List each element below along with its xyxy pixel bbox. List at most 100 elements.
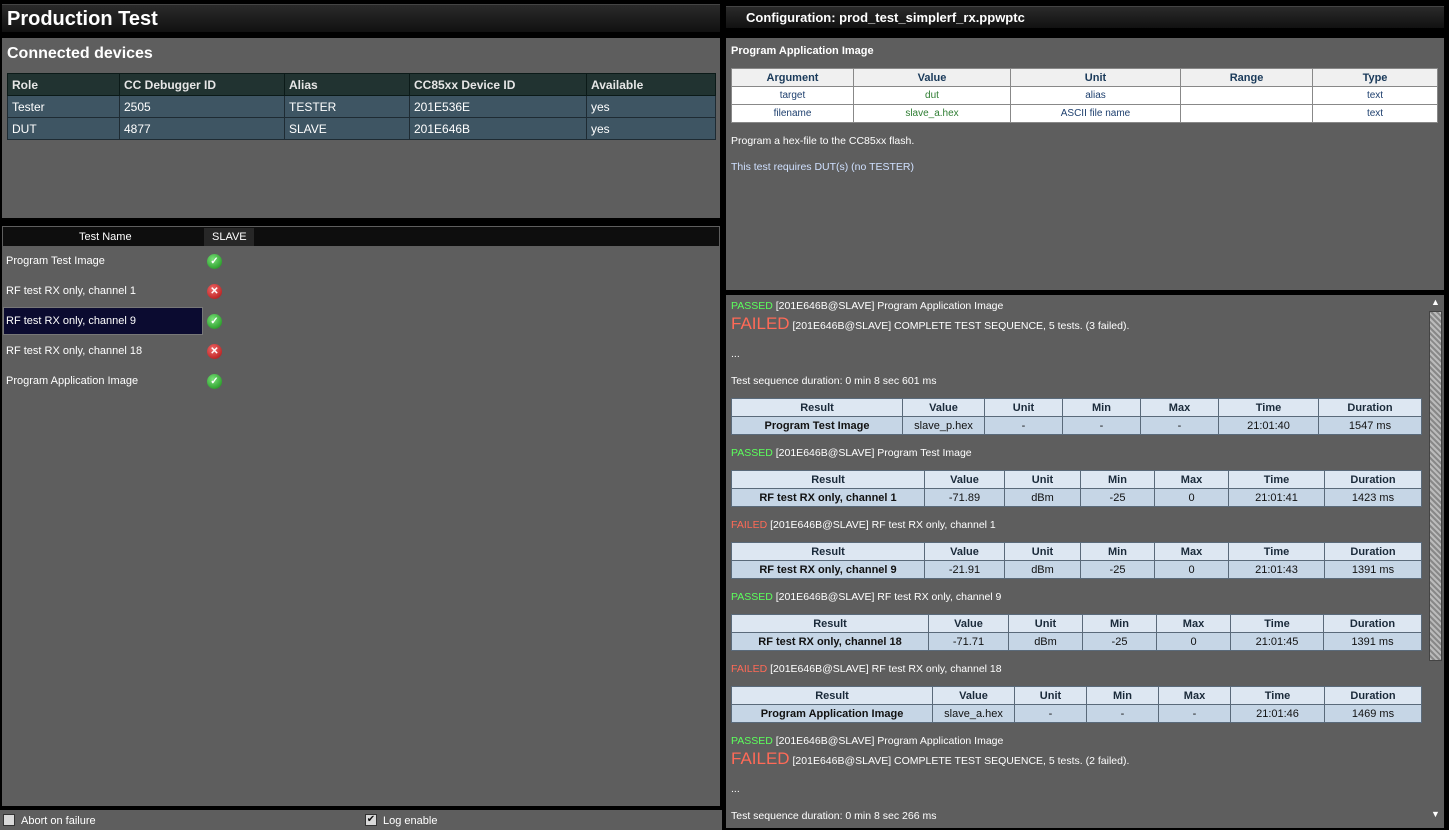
col-range: Range: [1180, 68, 1313, 87]
col-slave[interactable]: SLAVE: [204, 228, 254, 246]
device-available: yes: [586, 95, 716, 118]
result-time: 21:01:45: [1230, 632, 1324, 651]
result-unit: dBm: [1008, 632, 1083, 651]
passed-label: PASSED: [731, 735, 773, 747]
failed-label: FAILED: [731, 314, 790, 333]
arg-name: filename: [731, 104, 854, 123]
table-row[interactable]: DUT 4877 SLAVE 201E646B yes: [7, 117, 716, 140]
passed-label: PASSED: [731, 300, 773, 312]
passed-label: PASSED: [731, 447, 773, 459]
col-max: Max: [1158, 686, 1231, 705]
scroll-up-arrow-icon[interactable]: ▲: [1429, 297, 1442, 310]
col-duration: Duration: [1324, 470, 1422, 489]
result-duration: 1391 ms: [1323, 632, 1422, 651]
col-cc-debugger-id[interactable]: CC Debugger ID: [119, 73, 285, 96]
result-table: Result Value Unit Min Max Time Duration RF tes…: [731, 542, 1422, 579]
col-available[interactable]: Available: [586, 73, 716, 96]
col-time: Time: [1218, 398, 1319, 417]
test-description: Program a hex-file to the CC85xx flash.: [731, 135, 915, 147]
log-line: FAILED [201E646B@SLAVE] RF test RX only,…: [731, 519, 996, 531]
result-table: Result Value Unit Min Max Time Duration RF tes…: [731, 470, 1422, 507]
device-role: Tester: [7, 95, 120, 118]
result-max: -: [1158, 704, 1231, 723]
log-duration: Test sequence duration: 0 min 8 sec 266 …: [731, 810, 937, 822]
pass-icon: ✓: [207, 314, 222, 329]
arguments-header-row: Argument Value Unit Range Type: [731, 68, 1438, 87]
arg-value[interactable]: dut: [853, 86, 1011, 105]
result-duration: 1391 ms: [1324, 560, 1422, 579]
log-ellipsis: ...: [731, 783, 740, 795]
col-device-id[interactable]: CC85xx Device ID: [409, 73, 587, 96]
log-text: [201E646B@SLAVE] Program Application Ima…: [775, 735, 1004, 747]
arguments-table: Argument Value Unit Range Type target du…: [731, 68, 1438, 123]
result-header-row: Result Value Unit Min Max Time Duration: [731, 614, 1422, 633]
device-role: DUT: [7, 117, 120, 140]
result-value: slave_p.hex: [902, 416, 985, 435]
col-time: Time: [1228, 470, 1325, 489]
test-requirements: This test requires DUT(s) (no TESTER): [731, 161, 915, 173]
log-line: PASSED [201E646B@SLAVE] Program Applicat…: [731, 735, 1003, 747]
col-value: Value: [924, 470, 1005, 489]
arg-unit: alias: [1010, 86, 1181, 105]
result-duration: 1547 ms: [1318, 416, 1422, 435]
result-value: -21.91: [924, 560, 1005, 579]
col-role[interactable]: Role: [7, 73, 120, 96]
table-row: Program Test Image slave_p.hex - - -21:01:40…: [731, 416, 1422, 435]
scrollbar-thumb[interactable]: [1429, 311, 1442, 661]
col-unit: Unit: [1004, 542, 1081, 561]
log-text: [201E646B@SLAVE] RF test RX only, channe…: [775, 591, 1002, 603]
col-result: Result: [731, 398, 903, 417]
log-enable-checkbox[interactable]: ✔: [365, 814, 377, 826]
result-time: 21:01:46: [1230, 704, 1325, 723]
device-debugger-id: 4877: [119, 117, 285, 140]
result-min: -25: [1080, 488, 1155, 507]
failed-label: FAILED: [731, 519, 768, 531]
connected-devices-panel: Connected devices Role CC Debugger ID Al…: [2, 38, 720, 218]
col-test-name[interactable]: Test Name: [79, 231, 132, 243]
abort-on-failure-checkbox[interactable]: [3, 814, 15, 826]
result-value: slave_a.hex: [932, 704, 1015, 723]
log-panel: PASSED [201E646B@SLAVE] Program Applicat…: [726, 295, 1444, 828]
result-time: 21:01:40: [1218, 416, 1319, 435]
device-alias: SLAVE: [284, 117, 410, 140]
table-row[interactable]: Tester 2505 TESTER 201E536E yes: [7, 95, 716, 118]
col-unit: Unit: [1008, 614, 1083, 633]
result-name: Program Application Image: [731, 704, 933, 723]
log-line: PASSED [201E646B@SLAVE] RF test RX only,…: [731, 591, 1001, 603]
table-row[interactable]: filename slave_a.hex ASCII file name tex…: [731, 104, 1438, 123]
log-line: PASSED [201E646B@SLAVE] Program Applicat…: [731, 300, 1003, 312]
col-max: Max: [1140, 398, 1219, 417]
connected-devices-heading: Connected devices: [7, 45, 153, 62]
passed-label: PASSED: [731, 591, 773, 603]
col-value: Value: [902, 398, 985, 417]
result-time: 21:01:41: [1228, 488, 1325, 507]
test-item-rf-channel-9[interactable]: RF test RX only, channel 9: [3, 307, 203, 335]
test-item-rf-channel-1[interactable]: RF test RX only, channel 1: [3, 277, 203, 305]
arg-name: target: [731, 86, 854, 105]
test-item-program-test-image[interactable]: Program Test Image: [3, 247, 203, 275]
log-line: FAILED [201E646B@SLAVE] COMPLETE TEST SE…: [731, 749, 1129, 769]
col-argument: Argument: [731, 68, 854, 87]
col-alias[interactable]: Alias: [284, 73, 410, 96]
col-duration: Duration: [1318, 398, 1422, 417]
col-min: Min: [1062, 398, 1141, 417]
result-max: 0: [1154, 560, 1229, 579]
log-duration: Test sequence duration: 0 min 8 sec 601 …: [731, 375, 937, 387]
test-item-rf-channel-18[interactable]: RF test RX only, channel 18: [3, 337, 203, 365]
result-header-row: Result Value Unit Min Max Time Duration: [731, 398, 1422, 417]
col-min: Min: [1080, 470, 1155, 489]
scroll-down-arrow-icon[interactable]: ▼: [1429, 809, 1442, 822]
col-result: Result: [731, 614, 929, 633]
result-unit: dBm: [1004, 560, 1081, 579]
result-max: -: [1140, 416, 1219, 435]
table-row[interactable]: target dut alias text: [731, 86, 1438, 105]
failed-label: FAILED: [731, 749, 790, 768]
arg-type: text: [1312, 86, 1438, 105]
result-value: -71.89: [924, 488, 1005, 507]
arg-value[interactable]: slave_a.hex: [853, 104, 1011, 123]
log-scrollbar[interactable]: ▲ ▼: [1427, 295, 1444, 828]
col-result: Result: [731, 470, 925, 489]
result-header-row: Result Value Unit Min Max Time Duration: [731, 470, 1422, 489]
production-test-title-bar: Production Test: [2, 4, 720, 32]
test-item-program-application-image[interactable]: Program Application Image: [3, 367, 203, 395]
